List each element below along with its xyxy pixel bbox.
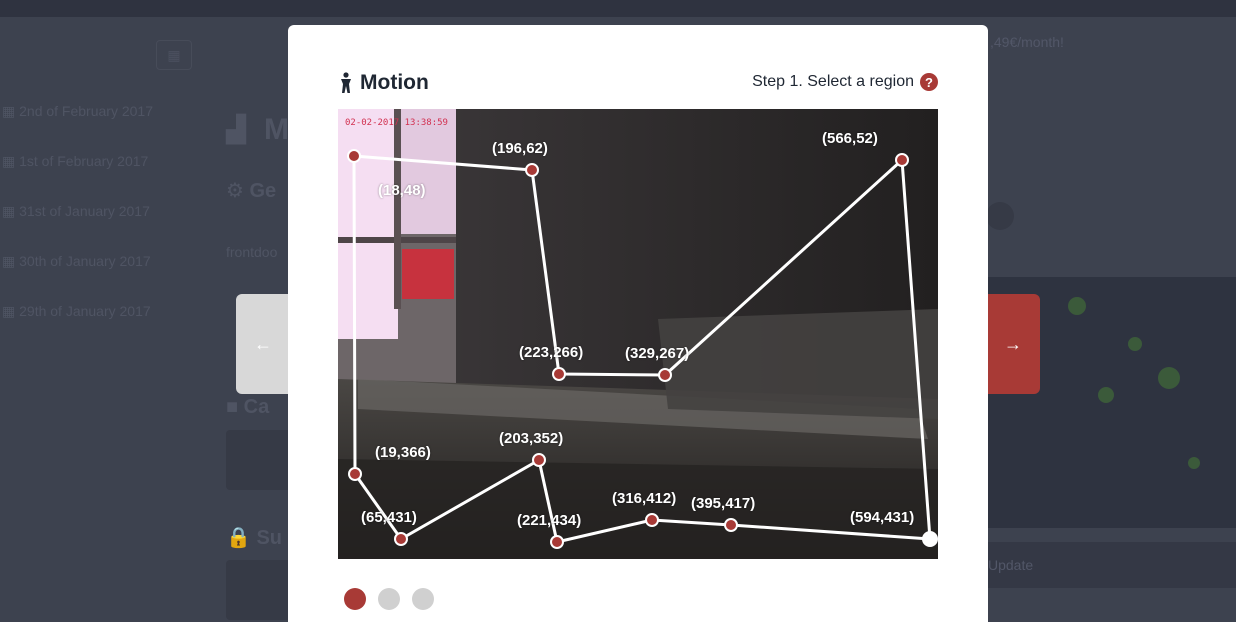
background-heading: M <box>264 113 289 146</box>
camera-button[interactable] <box>226 430 296 490</box>
region-point-handle[interactable] <box>922 531 938 547</box>
toggle-circle[interactable] <box>986 202 1014 230</box>
region-point-handle[interactable] <box>525 163 539 177</box>
region-point-label: (395,417) <box>691 495 756 512</box>
step-text: Step 1. Select a region <box>752 73 914 90</box>
region-point-handle[interactable] <box>394 532 408 546</box>
camera-section-heading: ■ Ca <box>226 396 270 418</box>
region-point-label: (594,431) <box>850 509 915 526</box>
update-button[interactable]: Update <box>988 542 1236 588</box>
previous-arrow-button[interactable]: ← <box>236 294 290 394</box>
region-point-handle[interactable] <box>645 513 659 527</box>
region-point-handle[interactable] <box>532 453 546 467</box>
day-list-item[interactable]: ▦ 29th of January 2017 <box>2 303 151 320</box>
step-dots <box>344 588 434 610</box>
region-point-label: (223,266) <box>519 344 584 361</box>
region-point-handle[interactable] <box>724 518 738 532</box>
general-label: Ge <box>249 180 277 202</box>
motion-modal: Motion Step 1. Select a region ? 02-02-2… <box>288 25 988 622</box>
modal-title: Motion <box>338 71 429 95</box>
camera-label: Ca <box>243 396 270 418</box>
region-point-label: (203,352) <box>499 430 564 447</box>
calendar-icon[interactable]: ▦ <box>156 40 192 70</box>
factory-icon: ▟ <box>226 114 246 144</box>
region-point-label: (18,48) <box>378 182 426 199</box>
modal-title-text: Motion <box>360 71 429 94</box>
price-text: ,49€/month! <box>990 34 1064 50</box>
step-dot[interactable] <box>378 588 400 610</box>
general-section-heading: ⚙ Ge <box>226 180 277 202</box>
help-icon[interactable]: ? <box>920 73 938 91</box>
region-point-handle[interactable] <box>552 367 566 381</box>
step-dot[interactable] <box>344 588 366 610</box>
day-list-item[interactable]: ▦ 31st of January 2017 <box>2 203 150 220</box>
device-name-text: frontdoo <box>226 244 278 260</box>
survey-section-heading: 🔒 Su <box>226 527 283 549</box>
region-point-label: (65,431) <box>361 509 417 526</box>
day-list-item[interactable]: ▦ 1st of February 2017 <box>2 153 148 170</box>
region-point-label: (19,366) <box>375 444 431 461</box>
region-point-label: (566,52) <box>822 130 878 147</box>
survey-label: Su <box>256 527 283 549</box>
next-arrow-button[interactable]: → <box>986 294 1040 394</box>
arrow-left-icon: ← <box>254 333 272 354</box>
top-navbar <box>0 0 1236 17</box>
arrow-right-icon: → <box>1004 333 1022 354</box>
camera-timestamp: 02-02-2017 13:38:59 <box>345 118 448 128</box>
region-point-label: (221,434) <box>517 512 582 529</box>
region-canvas[interactable]: 02-02-2017 13:38:59 (18,48) (196,62) (223,… <box>338 109 938 559</box>
region-point-label: (316,412) <box>612 490 677 507</box>
region-point-label: (329,267) <box>625 345 690 362</box>
region-point-handle[interactable] <box>895 153 909 167</box>
region-point-label: (196,62) <box>492 140 548 157</box>
region-point-handle[interactable] <box>348 467 362 481</box>
region-point-handle[interactable] <box>658 368 672 382</box>
survey-button[interactable] <box>226 560 296 620</box>
region-point-handle[interactable] <box>347 149 361 163</box>
step-indicator: Step 1. Select a region ? <box>752 73 938 91</box>
running-person-icon <box>341 72 351 93</box>
day-list-item[interactable]: ▦ 30th of January 2017 <box>2 253 151 270</box>
step-dot[interactable] <box>412 588 434 610</box>
region-point-handle[interactable] <box>550 535 564 549</box>
day-list-item[interactable]: ▦ 2nd of February 2017 <box>2 103 153 120</box>
